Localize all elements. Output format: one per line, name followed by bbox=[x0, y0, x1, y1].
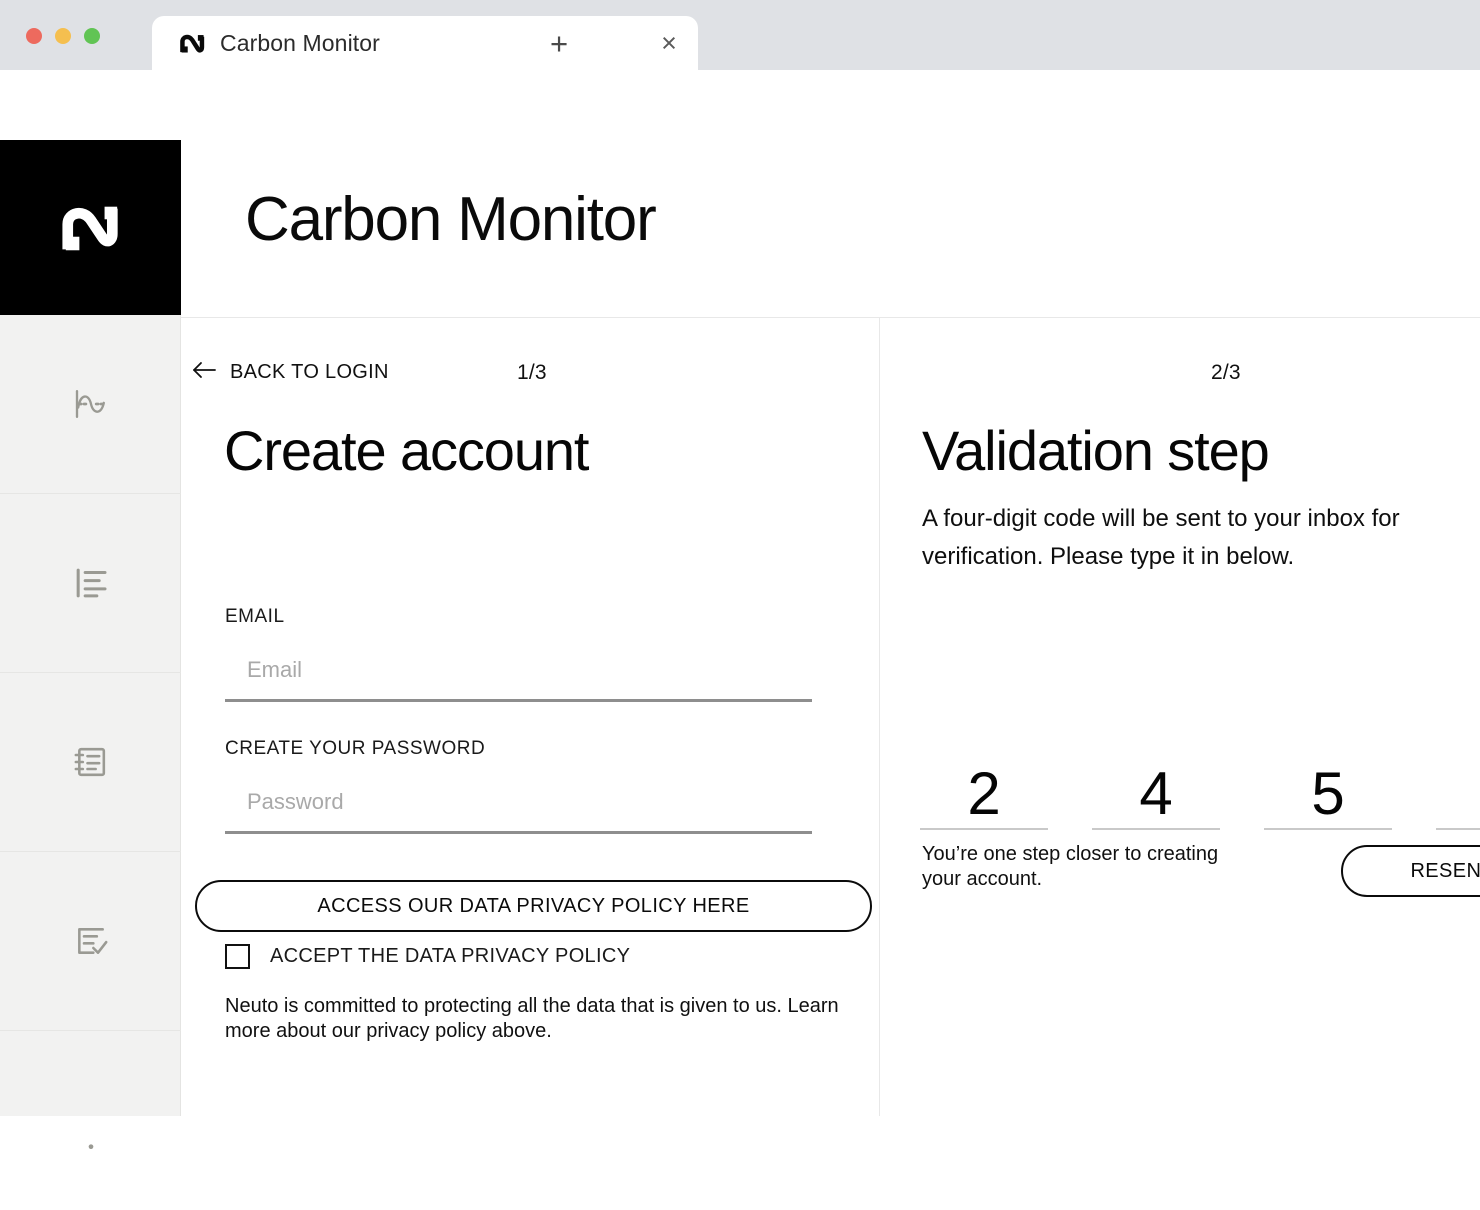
code-digit-1[interactable]: 2 bbox=[920, 750, 1048, 830]
resend-code-button[interactable]: RESEND CODE bbox=[1341, 845, 1480, 897]
neuto-logo-icon bbox=[180, 31, 206, 57]
app-viewport: Carbon Monitor BACK TO LOGIN 1/3 Create … bbox=[0, 140, 1480, 1149]
maximize-window-button[interactable] bbox=[84, 28, 100, 44]
create-account-heading: Create account bbox=[224, 419, 589, 482]
notebook-icon bbox=[74, 747, 105, 777]
partial-icon bbox=[88, 1143, 93, 1149]
document-check-icon bbox=[77, 928, 107, 954]
validation-stepbar: 2/3 bbox=[880, 360, 1480, 388]
sidebar-item-reports[interactable] bbox=[0, 494, 181, 673]
sidebar-item-more[interactable] bbox=[0, 1031, 181, 1210]
back-to-login-label: BACK TO LOGIN bbox=[230, 361, 389, 383]
back-arrow-icon bbox=[191, 360, 217, 385]
password-field-label: CREATE YOUR PASSWORD bbox=[225, 738, 486, 759]
sidebar-item-approvals[interactable] bbox=[0, 852, 181, 1031]
password-input[interactable] bbox=[225, 780, 812, 834]
browser-chrome: Carbon Monitor + × https://neuto.co.uk bbox=[0, 0, 1480, 194]
code-digit-2[interactable]: 4 bbox=[1092, 750, 1220, 830]
code-digit-4[interactable]: 7 bbox=[1436, 750, 1480, 830]
waveform-signal-icon bbox=[75, 390, 105, 418]
create-account-stepbar: BACK TO LOGIN 1/3 bbox=[181, 360, 879, 388]
sidebar-item-signals[interactable] bbox=[0, 315, 181, 494]
verification-code-inputs: 2 4 5 7 bbox=[920, 750, 1480, 830]
window-traffic-lights bbox=[26, 28, 100, 44]
sidebar-item-notebook[interactable] bbox=[0, 673, 181, 852]
validation-step-counter: 2/3 bbox=[1211, 361, 1241, 384]
page-header: Carbon Monitor bbox=[181, 140, 1480, 318]
browser-toolbar: https://neuto.co.uk bbox=[0, 70, 1480, 194]
email-field-label: EMAIL bbox=[225, 606, 285, 627]
validation-description: A four-digit code will be sent to your i… bbox=[922, 505, 1400, 571]
email-input[interactable] bbox=[225, 648, 812, 702]
neuto-logo-icon bbox=[61, 206, 118, 250]
validation-heading: Validation step bbox=[922, 419, 1270, 482]
sidebar-logo[interactable] bbox=[0, 140, 181, 315]
close-window-button[interactable] bbox=[26, 28, 42, 44]
closer-note-text: You’re one step closer to creating your … bbox=[922, 843, 1219, 890]
minimize-window-button[interactable] bbox=[55, 28, 71, 44]
create-account-panel: BACK TO LOGIN 1/3 Create account EMAIL C… bbox=[181, 318, 880, 1116]
accept-privacy-policy-label: ACCEPT THE DATA PRIVACY POLICY bbox=[270, 945, 631, 967]
validation-step-panel: 2/3 Validation step A four-digit code wi… bbox=[880, 318, 1480, 1116]
browser-tab-title: Carbon Monitor bbox=[220, 29, 380, 56]
create-account-step-counter: 1/3 bbox=[517, 361, 547, 384]
page-title: Carbon Monitor bbox=[245, 185, 657, 254]
close-tab-button[interactable]: × bbox=[652, 26, 686, 60]
sidebar bbox=[0, 140, 181, 1149]
back-to-login-link[interactable]: BACK TO LOGIN bbox=[191, 360, 389, 385]
privacy-note-text: Neuto is committed to protecting all the… bbox=[225, 995, 839, 1042]
accept-privacy-policy-checkbox[interactable] bbox=[225, 944, 250, 969]
browser-tab[interactable]: Carbon Monitor + × bbox=[152, 16, 698, 70]
list-align-left-icon bbox=[76, 568, 107, 598]
accept-privacy-policy-row[interactable]: ACCEPT THE DATA PRIVACY POLICY bbox=[225, 944, 630, 969]
browser-tabstrip: Carbon Monitor + × bbox=[0, 0, 1480, 70]
access-privacy-policy-button[interactable]: ACCESS OUR DATA PRIVACY POLICY HERE bbox=[195, 880, 872, 932]
new-tab-button[interactable]: + bbox=[541, 25, 577, 61]
code-digit-3[interactable]: 5 bbox=[1264, 750, 1392, 830]
